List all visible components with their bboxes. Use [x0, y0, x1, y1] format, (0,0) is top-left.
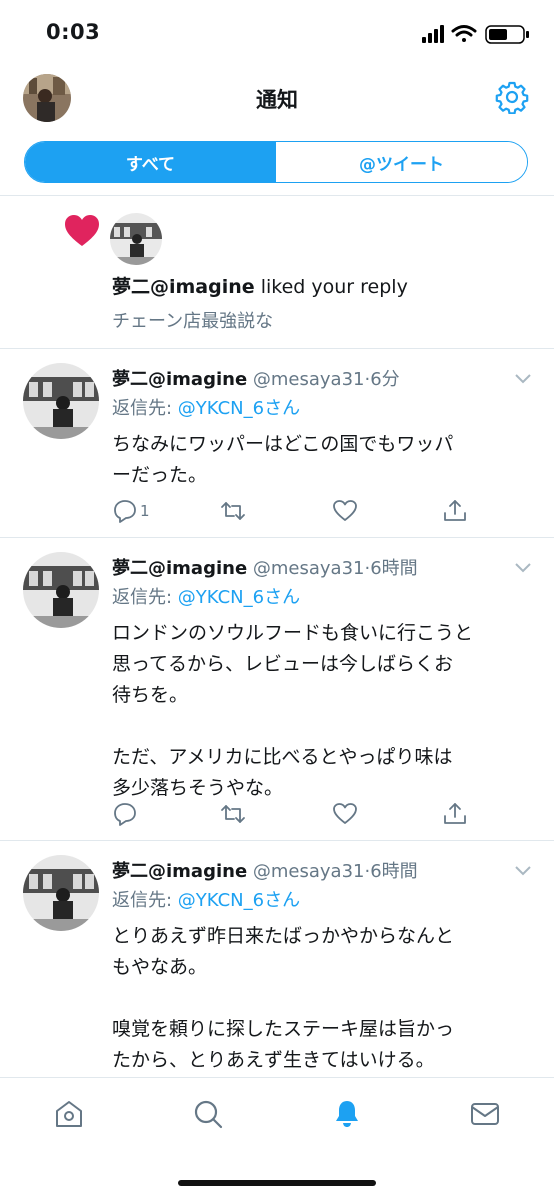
like-button[interactable] — [332, 497, 358, 525]
reply-button[interactable] — [112, 800, 140, 828]
tweet[interactable]: 夢二@imagine @mesaya31·6時間 返信先: @YKCN_6さん … — [0, 538, 554, 840]
heart-icon — [65, 215, 99, 246]
tweet-timestamp: 6時間 — [370, 861, 418, 882]
home-indicator[interactable] — [178, 1180, 376, 1186]
retweet-button[interactable] — [220, 800, 246, 828]
heart-outline-icon — [333, 500, 357, 521]
reply-count: 1 — [140, 502, 150, 520]
tweet-author-name[interactable]: 夢二@imagine — [112, 369, 247, 390]
replying-to: 返信先: @YKCN_6さん — [112, 886, 300, 912]
reply-icon — [114, 803, 136, 826]
status-icons — [422, 25, 529, 44]
tab-all[interactable]: すべて — [25, 142, 276, 182]
reply-prefix: 返信先: — [112, 890, 178, 911]
status-bar: 0:03 — [0, 0, 554, 66]
reply-icon — [114, 500, 136, 523]
reply-prefix: 返信先: — [112, 587, 178, 608]
avatar-photo — [23, 363, 99, 439]
replying-to: 返信先: @YKCN_6さん — [112, 394, 300, 420]
tweet-header: 夢二@imagine @mesaya31·6分 — [112, 365, 400, 391]
tweet-timestamp: 6時間 — [370, 558, 418, 579]
avatar-photo — [23, 855, 99, 931]
chevron-down-icon[interactable] — [514, 371, 532, 385]
notifications-bell-icon[interactable] — [331, 1098, 363, 1130]
reply-to-link[interactable]: @YKCN_6さん — [178, 398, 300, 419]
tweet-author-handle: @mesaya31 — [252, 861, 365, 882]
share-button[interactable] — [442, 497, 468, 525]
cellular-signal-icon — [422, 25, 444, 43]
tweet-header: 夢二@imagine @mesaya31·6時間 — [112, 857, 418, 883]
retweet-icon — [221, 805, 245, 823]
tweet-timestamp: 6分 — [370, 369, 400, 390]
wifi-icon — [451, 25, 477, 42]
like-notification-text: 夢二@imagine liked your reply — [112, 272, 408, 299]
tweet-actions: 1 — [112, 497, 532, 527]
like-notification[interactable]: 夢二@imagine liked your reply チェーン店最強説な — [0, 196, 554, 348]
home-icon[interactable] — [53, 1098, 85, 1130]
tweet-text: ロンドンのソウルフードも食いに行こうと 思ってるから、レビューは今しばらくお 待… — [112, 622, 474, 799]
reply-button[interactable]: 1 — [112, 497, 150, 525]
tweet-text: とりあえず昨日来たばっかやからなんと もやなあ。 嗅覚を頼りに探したステーキ屋は… — [112, 925, 455, 1071]
replying-to: 返信先: @YKCN_6さん — [112, 583, 300, 609]
retweet-icon — [221, 502, 245, 520]
header: 通知 — [0, 66, 554, 132]
chevron-down-icon[interactable] — [514, 560, 532, 574]
tweet-author-handle: @mesaya31 — [252, 558, 365, 579]
like-action: liked your reply — [260, 276, 408, 298]
messages-envelope-icon[interactable] — [469, 1098, 501, 1130]
reply-to-link[interactable]: @YKCN_6さん — [178, 890, 300, 911]
tab-mentions[interactable]: @ツイート — [276, 142, 527, 182]
retweet-button[interactable] — [220, 497, 246, 525]
page-title: 通知 — [256, 88, 298, 112]
tweet-avatar[interactable] — [23, 552, 99, 628]
share-icon — [444, 500, 466, 521]
tweet-author-handle: @mesaya31 — [252, 369, 365, 390]
chevron-down-icon[interactable] — [514, 863, 532, 877]
tweet-avatar[interactable] — [23, 855, 99, 931]
tweet-author-name[interactable]: 夢二@imagine — [112, 558, 247, 579]
share-icon — [444, 803, 466, 824]
tweet-header: 夢二@imagine @mesaya31·6時間 — [112, 554, 418, 580]
notifications-filter-tabs: すべて @ツイート — [24, 141, 528, 183]
search-icon[interactable] — [192, 1098, 224, 1130]
tweet-avatar[interactable] — [23, 363, 99, 439]
avatar-photo — [23, 552, 99, 628]
reply-prefix: 返信先: — [112, 398, 178, 419]
heart-outline-icon — [333, 803, 357, 824]
battery-icon — [485, 25, 529, 44]
share-button[interactable] — [442, 800, 468, 828]
like-button[interactable] — [332, 800, 358, 828]
status-time: 0:03 — [46, 20, 101, 44]
tweet-author-name[interactable]: 夢二@imagine — [112, 861, 247, 882]
reply-to-link[interactable]: @YKCN_6さん — [178, 587, 300, 608]
liker-avatar[interactable] — [110, 213, 162, 265]
tweet-actions — [112, 800, 532, 830]
tweet-text: ちなみにワッパーはどこの国でもワッパ ーだった。 — [112, 433, 454, 486]
settings-gear-icon[interactable] — [495, 80, 529, 114]
tweet[interactable]: 夢二@imagine @mesaya31·6分 返信先: @YKCN_6さん ち… — [0, 349, 554, 537]
tweet[interactable]: 夢二@imagine @mesaya31·6時間 返信先: @YKCN_6さん … — [0, 841, 554, 1077]
liker-name: 夢二@imagine — [112, 276, 255, 298]
liked-tweet-snippet: チェーン店最強説な — [112, 311, 274, 332]
avatar-photo — [110, 213, 162, 265]
